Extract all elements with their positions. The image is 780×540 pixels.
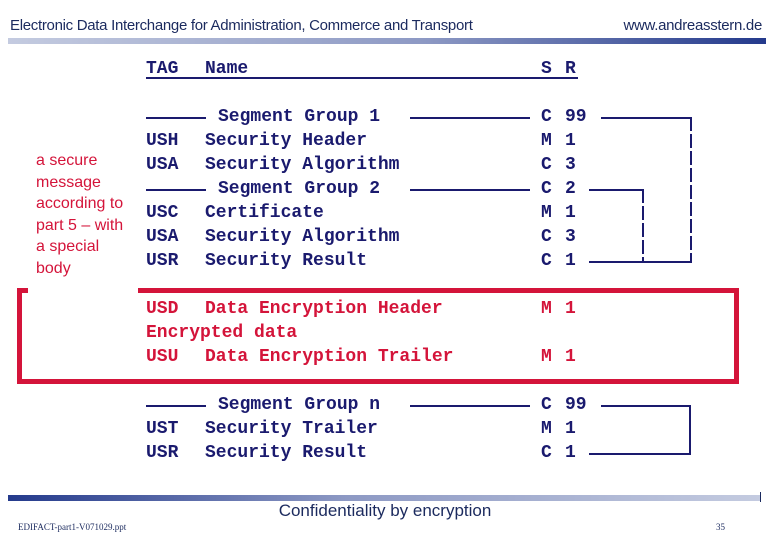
repeat: 1 [565,203,576,223]
repeat: 99 [565,395,587,415]
name: Security Trailer [205,419,378,439]
status: C [541,179,552,199]
name: Certificate [205,203,324,223]
repeat: 2 [565,179,576,199]
tag: USH [146,131,179,151]
brackets-bottom [589,261,692,263]
status: C [541,395,552,415]
tag: USA [146,227,179,247]
repeat: 1 [565,131,576,151]
status: C [541,155,552,175]
repeat: 1 [565,419,576,439]
groupn-bracket-side [689,405,691,455]
groupn-bracket-top [601,405,691,407]
body-box-left [17,288,22,384]
tag: UST [146,419,179,439]
status: C [541,107,552,127]
header-title: Electronic Data Interchange for Administ… [10,17,473,34]
tag: USD [146,299,179,319]
repeat: 3 [565,227,576,247]
body-box-right [734,288,739,384]
side-note: a secure message according to part 5 – w… [36,152,124,277]
status: M [541,419,552,439]
name: Data Encryption Trailer [205,347,454,367]
tag: USR [146,251,179,271]
group-rule-right [410,405,530,407]
page-number: 35 [716,522,725,532]
slide-caption: Confidentiality by encryption [278,501,492,520]
tag: USU [146,347,179,367]
tag: USA [146,155,179,175]
name: Security Result [205,251,368,271]
tag: USR [146,443,179,463]
repeat: 1 [565,443,576,463]
name: Security Header [205,131,368,151]
repeat: 99 [565,107,587,127]
tag: USC [146,203,179,223]
name: Security Algorithm [205,227,400,247]
name: Data Encryption Header [205,299,443,319]
header-underline [146,77,578,79]
name: Security Result [205,443,368,463]
repeat: 3 [565,155,576,175]
status: M [541,299,552,319]
group-name: Segment Group 2 [218,179,381,199]
group2-bracket-side [642,189,644,263]
group-rule-left [146,117,206,119]
groupn-bracket-bottom [589,453,691,455]
status: M [541,203,552,223]
body-box-bottom [17,379,739,384]
group1-bracket-top [601,117,691,119]
group2-bracket-top [589,189,643,191]
status: C [541,227,552,247]
footer-filename: EDIFACT-part1-V071029.ppt [18,522,127,532]
header-gradient-bar [8,38,766,44]
status: M [541,347,552,367]
status: C [541,443,552,463]
status: C [541,251,552,271]
encrypted-data: Encrypted data [146,323,298,343]
group-rule-left [146,189,206,191]
header-url[interactable]: www.andreasstern.de [623,17,762,34]
body-box-top-left [17,288,28,293]
repeat: 1 [565,299,576,319]
group-rule-right [410,117,530,119]
group-rule-right [410,189,530,191]
repeat: 1 [565,251,576,271]
body-box-top-right [138,288,739,293]
group1-bracket-side [690,117,692,263]
status: M [541,131,552,151]
group-rule-left [146,405,206,407]
repeat: 1 [565,347,576,367]
name: Security Algorithm [205,155,400,175]
group-name: Segment Group n [218,395,381,415]
group-name: Segment Group 1 [218,107,381,127]
